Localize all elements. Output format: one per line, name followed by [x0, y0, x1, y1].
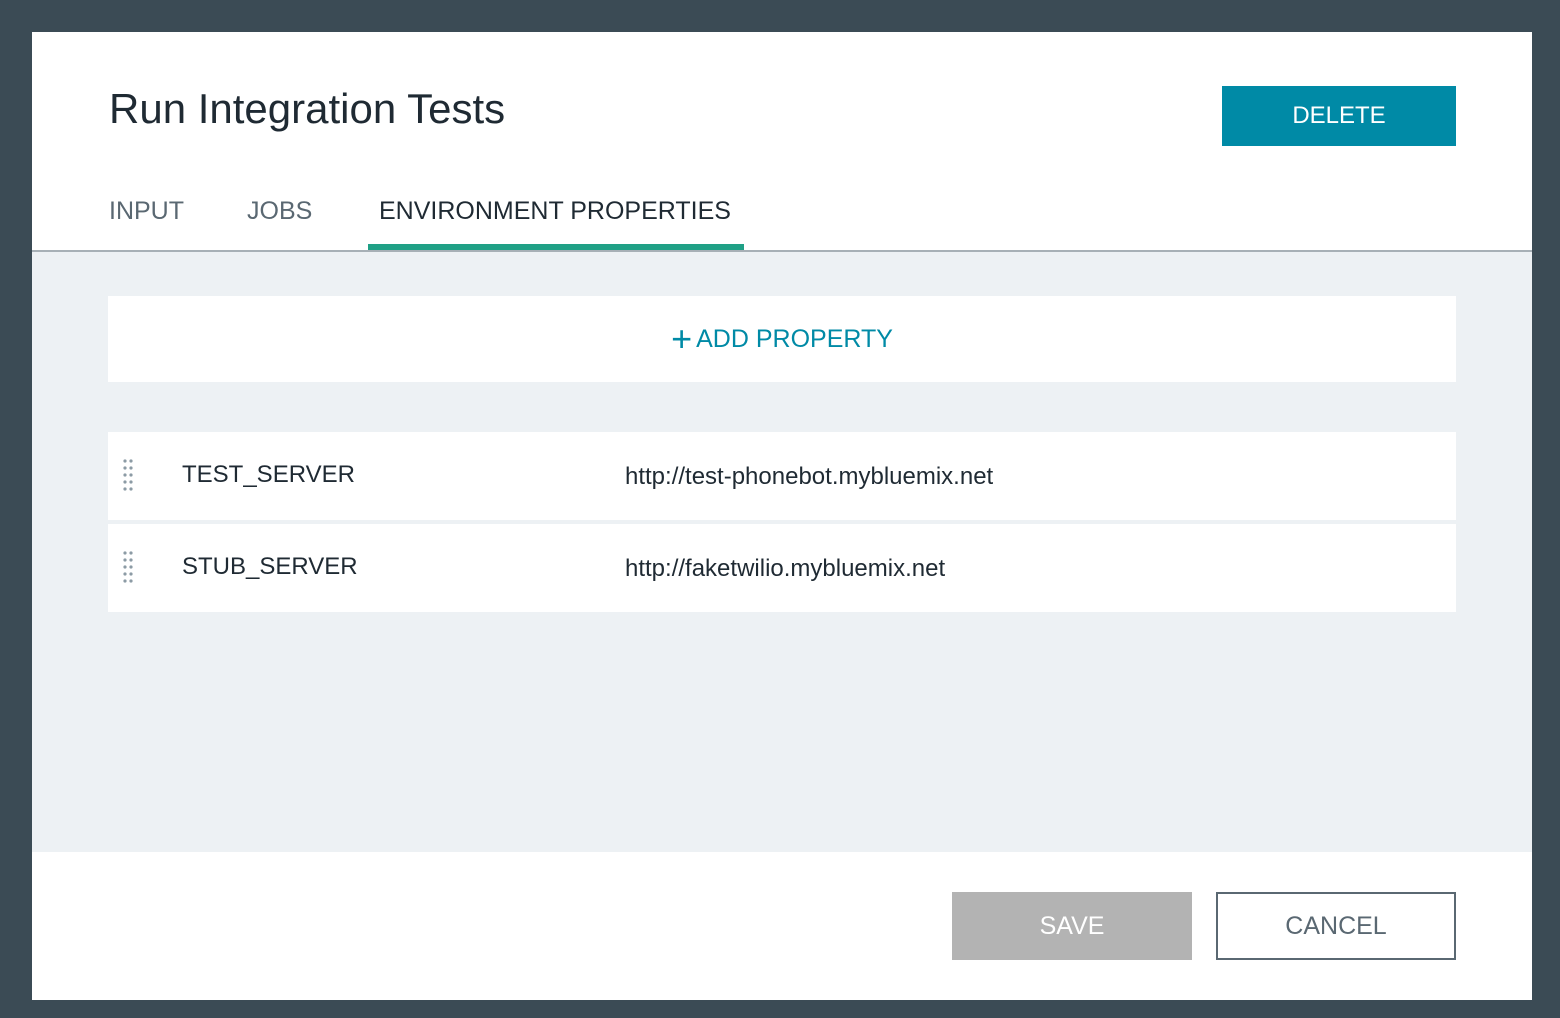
property-key[interactable]: TEST_SERVER	[182, 460, 355, 490]
drag-handle-icon[interactable]	[122, 458, 134, 494]
tab-jobs[interactable]: JOBS	[247, 196, 312, 226]
save-button[interactable]: SAVE	[952, 892, 1192, 960]
delete-button[interactable]: DELETE	[1222, 86, 1456, 146]
property-value[interactable]: http://faketwilio.mybluemix.net	[625, 554, 945, 584]
add-property-label: ADD PROPERTY	[696, 324, 893, 353]
plus-icon: +	[671, 318, 693, 359]
tab-environment-properties[interactable]: ENVIRONMENT PROPERTIES	[379, 196, 731, 226]
property-row: TEST_SERVER http://test-phonebot.mybluem…	[108, 432, 1456, 520]
property-row: STUB_SERVER http://faketwilio.mybluemix.…	[108, 524, 1456, 612]
active-tab-indicator	[368, 244, 744, 250]
dialog-title: Run Integration Tests	[109, 85, 506, 132]
tab-bar: INPUT JOBS ENVIRONMENT PROPERTIES	[32, 182, 1532, 252]
dialog: Run Integration Tests DELETE INPUT JOBS …	[32, 32, 1532, 1000]
property-key[interactable]: STUB_SERVER	[182, 552, 358, 582]
add-property-button[interactable]: + ADD PROPERTY	[108, 296, 1456, 382]
properties-panel: + ADD PROPERTY TEST_SERVER http://test-p…	[32, 252, 1532, 852]
cancel-button[interactable]: CANCEL	[1216, 892, 1456, 960]
tab-input[interactable]: INPUT	[109, 196, 184, 226]
drag-handle-icon[interactable]	[122, 550, 134, 586]
property-value[interactable]: http://test-phonebot.mybluemix.net	[625, 462, 993, 492]
